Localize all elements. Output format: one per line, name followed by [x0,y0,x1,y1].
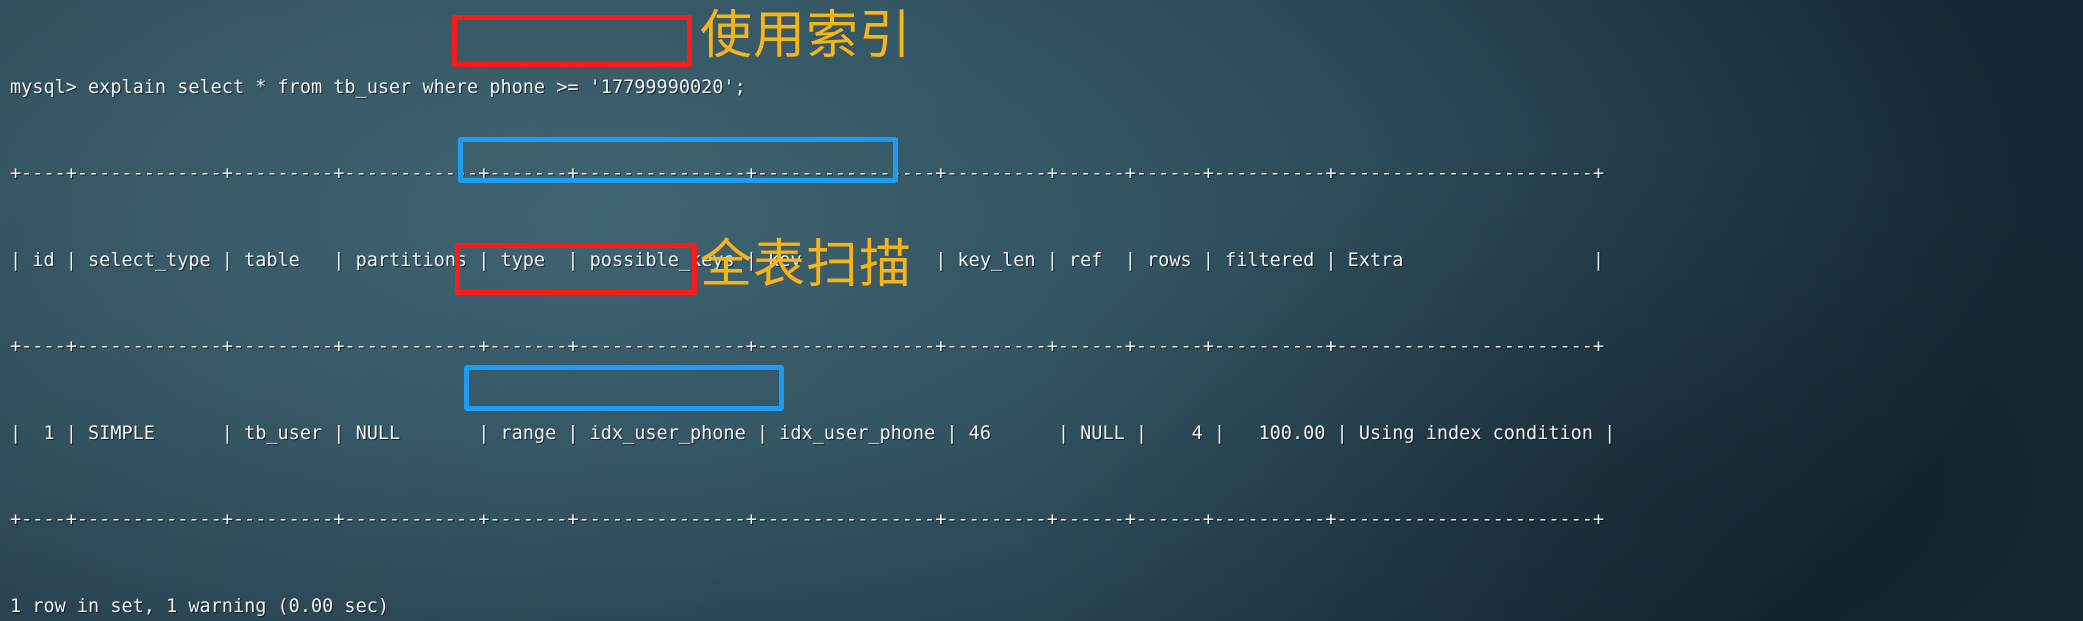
terminal-line-status-1: 1 row in set, 1 warning (0.00 sec) [10,595,390,617]
terminal-line-rule: +----+-------------+---------+----------… [10,509,1605,531]
terminal-window: mysql> explain select * from tb_user whe… [0,0,2083,621]
terminal-output[interactable]: mysql> explain select * from tb_user whe… [10,16,2083,621]
terminal-line-rule: +----+-------------+---------+----------… [10,336,1605,358]
terminal-line-header: | id | select_type | table | partitions … [10,249,1605,271]
terminal-line-query-1: mysql> explain select * from tb_user whe… [10,76,746,98]
annotation-full-table-scan: 全表扫描 [700,235,913,295]
annotation-using-index: 使用索引 [700,6,913,66]
terminal-line-data: | 1 | SIMPLE | tb_user | NULL | range | … [10,422,1616,444]
terminal-line-rule: +----+-------------+---------+----------… [10,163,1605,185]
